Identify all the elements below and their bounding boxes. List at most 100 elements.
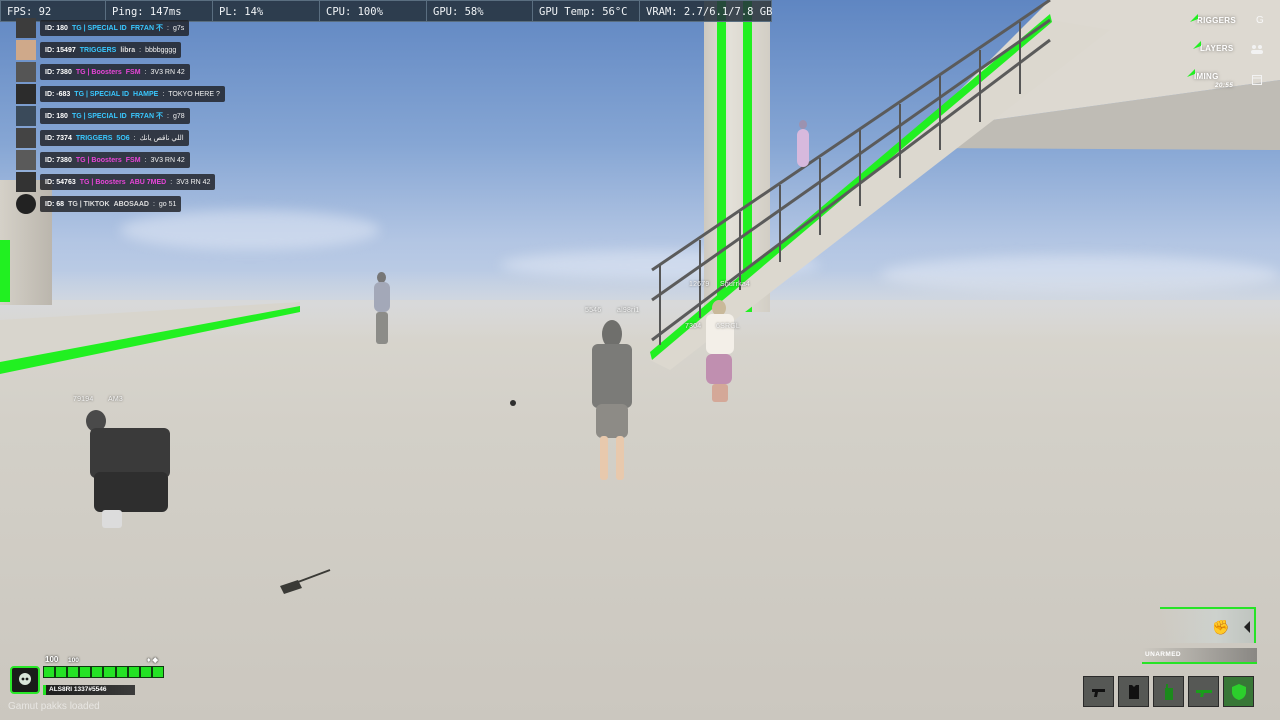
avatar-icon bbox=[16, 62, 36, 82]
water-icon: ♦ ◆ bbox=[147, 657, 158, 664]
small-object bbox=[510, 400, 516, 406]
armor-vest-icon bbox=[1128, 684, 1139, 699]
chat-player-name: HAMPE bbox=[133, 90, 159, 98]
nametag-id: 5546 bbox=[585, 307, 602, 314]
chat-player-id: ID: 7374 bbox=[45, 134, 72, 142]
chat-message: ID: 7380 TG | Boosters FSM:3V3 RN 42 bbox=[16, 61, 256, 83]
chat-separator: : bbox=[162, 90, 165, 98]
chat-bubble: ID: 7374 TRIGGERS 5O6: اللي ناقص يانك bbox=[40, 130, 189, 146]
chat-message-text: bbbbgggg bbox=[145, 46, 177, 54]
chat-player-name: FSM bbox=[125, 68, 141, 76]
health-bar bbox=[43, 666, 164, 678]
chat-message: ID: 7380 TG | Boosters FSM:3V3 RN 42 bbox=[16, 149, 256, 171]
chat-separator: : bbox=[144, 68, 147, 76]
chat-group-tag: TG | Boosters bbox=[79, 178, 126, 186]
triggers-label: RIGGERS bbox=[1197, 16, 1236, 25]
chat-player-name: ABU 7MED bbox=[129, 178, 167, 186]
character-on-stairs bbox=[700, 300, 740, 405]
nametag-name: AM3 bbox=[108, 396, 123, 403]
chat-bubble: ID: 15497 TRIGGERS libra: bbbbgggg bbox=[40, 42, 182, 58]
weapon-arrow-icon bbox=[1244, 621, 1250, 633]
chat-bubble: ID: 180 TG | SPECIAL ID FR7AN 不: g7s bbox=[40, 20, 190, 36]
hotbar-slot-pistol[interactable] bbox=[1083, 676, 1114, 707]
chat-group-tag: TG | Boosters bbox=[75, 68, 122, 76]
character-upper-stairs bbox=[796, 120, 810, 170]
chat-group-tag: TRIGGERS bbox=[75, 134, 113, 142]
vram-stat: VRAM: 2.7/6.1/7.8 GB bbox=[646, 6, 773, 18]
avatar-icon bbox=[16, 18, 36, 38]
avatar-icon bbox=[16, 194, 36, 214]
chat-bubble: ID: 7380 TG | Boosters FSM:3V3 RN 42 bbox=[40, 152, 190, 168]
chat-message-text: TOKYO HERE ? bbox=[168, 90, 220, 98]
chat-message: ID: 15497 TRIGGERS libra: bbbbgggg bbox=[16, 39, 256, 61]
chat-message-text: 3V3 RN 42 bbox=[150, 68, 185, 76]
timing-menu-item[interactable]: IMING bbox=[1187, 69, 1219, 81]
chat-bubble: ID: 7380 TG | Boosters FSM:3V3 RN 42 bbox=[40, 64, 190, 80]
chat-separator: : bbox=[144, 156, 147, 164]
chat-group-tag: TRIGGERS bbox=[79, 46, 117, 54]
chat-player-name: libra bbox=[120, 46, 136, 54]
weapon-panel: ✊ UNARMED bbox=[1142, 604, 1257, 666]
chat-feed: ID: 180 TG | SPECIAL ID FR7AN 不: g7s ID: 154… bbox=[16, 17, 256, 215]
chat-message: ID: -683 TG | SPECIAL ID HAMPE: TOKYO HERE … bbox=[16, 83, 256, 105]
chat-player-id: ID: 180 bbox=[45, 112, 68, 120]
chat-player-name: FR7AN 不 bbox=[130, 113, 163, 120]
avatar-icon bbox=[16, 106, 36, 126]
chat-player-name: 5O6 bbox=[116, 134, 130, 142]
players-label: LAYERS bbox=[1200, 44, 1234, 53]
chat-separator: : bbox=[166, 24, 169, 32]
hotbar-slot-rifle[interactable] bbox=[1188, 676, 1219, 707]
chat-player-name: ABOSAAD bbox=[113, 200, 149, 208]
chat-message: ID: 180 TG | SPECIAL ID FR7AN 不: g7s bbox=[16, 17, 256, 39]
chat-group-tag: TG | SPECIAL ID bbox=[71, 24, 127, 32]
player-name-tag: ALS8RI 1337#5546 bbox=[43, 685, 135, 695]
chat-separator: : bbox=[133, 134, 136, 142]
chat-bubble: ID: 68 TG | TIKTOK ABOSAAD: go 51 bbox=[40, 196, 182, 212]
dropped-weapon[interactable] bbox=[278, 568, 332, 596]
chat-player-id: ID: 180 bbox=[45, 24, 68, 32]
chat-separator: : bbox=[170, 178, 173, 186]
distant-character bbox=[372, 272, 392, 347]
hotbar-slot-shield[interactable] bbox=[1223, 676, 1254, 707]
chat-player-id: ID: 68 bbox=[45, 200, 65, 208]
player-character-hoodie bbox=[588, 320, 636, 485]
chat-message-text: 3V3 RN 42 bbox=[150, 156, 185, 164]
chat-player-id: ID: 7380 bbox=[45, 156, 72, 164]
loading-status-text: Gamut pakks loaded bbox=[8, 701, 100, 712]
player-status-hud: 100 100 ♦ ◆ ALS8RI 1337#5546 bbox=[10, 654, 170, 698]
calendar-icon bbox=[1252, 75, 1262, 85]
chat-player-name: FR7AN 不 bbox=[130, 25, 163, 32]
avatar-icon bbox=[16, 84, 36, 104]
avatar-icon bbox=[16, 40, 36, 60]
chat-separator: : bbox=[139, 46, 142, 54]
gpu-temp-stat: GPU Temp: 56°C bbox=[533, 1, 640, 21]
nametag-name: Shurrka4 bbox=[720, 281, 751, 288]
players-menu-item[interactable]: LAYERS bbox=[1193, 41, 1234, 53]
chat-player-id: ID: -683 bbox=[45, 90, 71, 98]
clock-time: 20:55 bbox=[1215, 82, 1234, 89]
triggers-menu-item[interactable]: RIGGERS bbox=[1190, 14, 1236, 25]
rifle-icon bbox=[1195, 689, 1212, 697]
radio-icon bbox=[1164, 683, 1173, 700]
chat-player-id: ID: 15497 bbox=[45, 46, 76, 54]
chat-message: ID: 180 TG | SPECIAL ID FR7AN 不: g78 bbox=[16, 105, 256, 127]
chat-group-tag: TG | SPECIAL ID bbox=[71, 112, 127, 120]
avatar-icon bbox=[16, 128, 36, 148]
weapon-label: UNARMED bbox=[1145, 651, 1182, 658]
pistol-icon bbox=[1091, 688, 1105, 697]
avatar-icon bbox=[16, 172, 36, 192]
chat-player-name: FSM bbox=[125, 156, 141, 164]
crouching-character bbox=[80, 410, 180, 535]
hotbar-slot-armor[interactable] bbox=[1118, 676, 1149, 707]
chat-bubble: ID: 180 TG | SPECIAL ID FR7AN 不: g78 bbox=[40, 108, 190, 124]
hotbar-slot-radio[interactable] bbox=[1153, 676, 1184, 707]
nametag-id: 7304 bbox=[685, 323, 702, 330]
g-key-icon: G bbox=[1256, 15, 1264, 26]
chat-player-id: ID: 7380 bbox=[45, 68, 72, 76]
chat-group-tag: TG | Boosters bbox=[75, 156, 122, 164]
chat-separator: : bbox=[152, 200, 155, 208]
gpu-stat: GPU: 58% bbox=[427, 1, 533, 21]
chat-message-text: 3V3 RN 42 bbox=[176, 178, 211, 186]
left-wall-neon bbox=[0, 240, 10, 302]
arrow-icon bbox=[1187, 69, 1195, 77]
